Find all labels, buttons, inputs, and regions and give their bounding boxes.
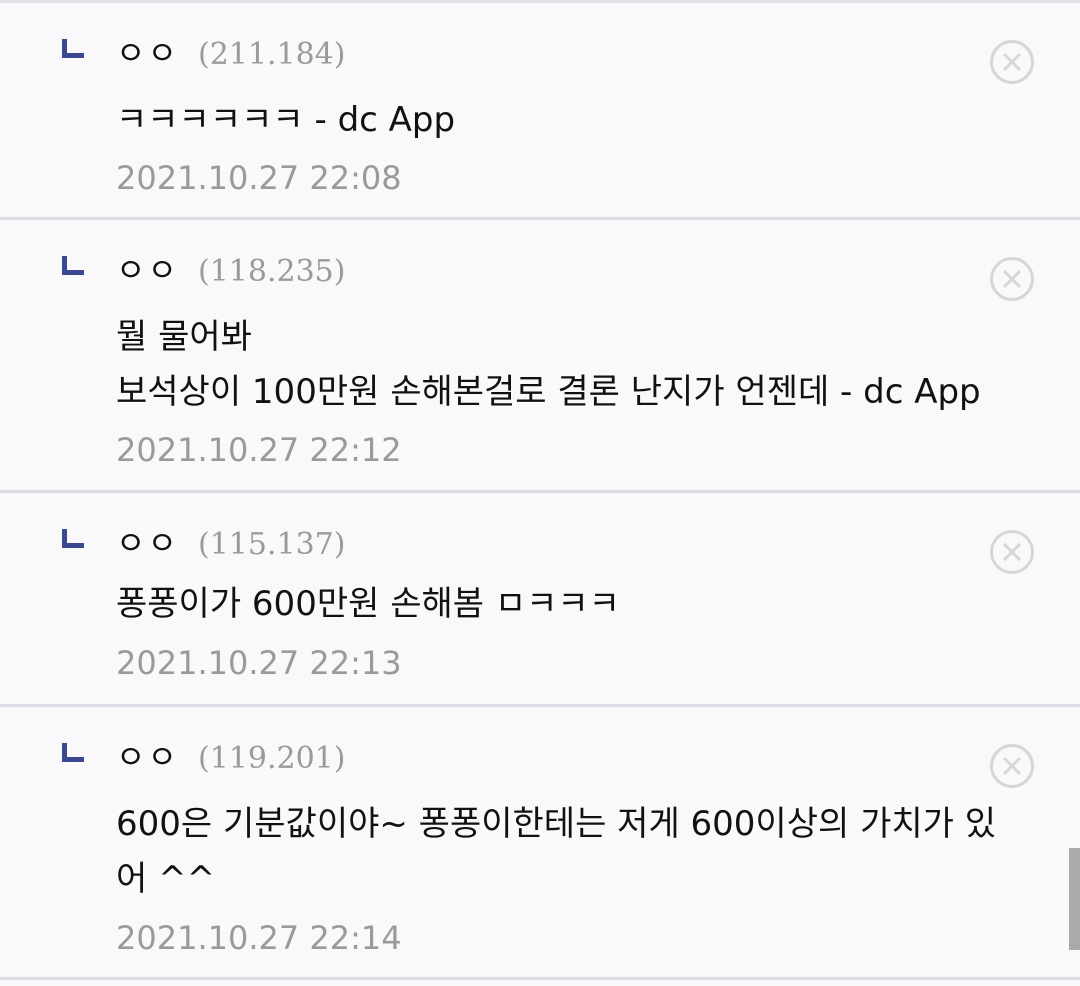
comment-date: 2021.10.27 22:13 (116, 644, 402, 682)
comment-text: 뭘 물어봐 보석상이 100만원 손해본걸로 결론 난지가 언젠데 - dc A… (116, 317, 981, 412)
comment-nickname[interactable]: ㅇㅇ (116, 523, 179, 563)
delete-button[interactable] (990, 40, 1034, 84)
delete-button[interactable] (990, 744, 1034, 788)
comment-item: ㅇㅇ (119.201) 600은 기분값이야~ 퐁퐁이한테는 저게 600이상… (0, 707, 1080, 980)
reply-arrow-icon (62, 256, 84, 275)
comment-nickname[interactable]: ㅇㅇ (116, 250, 179, 290)
comment-item: ㅇㅇ (211.184) ㅋㅋㅋㅋㅋㅋ - dc App 2021.10.27 … (0, 3, 1080, 220)
comment-item: ㅇㅇ (118.235) 뭘 물어봐 보석상이 100만원 손해본걸로 결론 난… (0, 220, 1080, 493)
comment-date: 2021.10.27 22:12 (116, 431, 402, 469)
reply-arrow-icon (62, 743, 84, 762)
comment-list: ㅇㅇ (211.184) ㅋㅋㅋㅋㅋㅋ - dc App 2021.10.27 … (0, 0, 1080, 986)
close-circle-icon (1002, 269, 1022, 289)
comment-date: 2021.10.27 22:14 (116, 919, 402, 957)
comment-text: ㅋㅋㅋㅋㅋㅋ - dc App (116, 100, 456, 140)
close-circle-icon (1002, 542, 1022, 562)
comment-text: 600은 기분값이야~ 퐁퐁이한테는 저게 600이상의 가치가 있 어 ^^ (116, 804, 997, 899)
reply-arrow-icon (62, 39, 84, 58)
delete-button[interactable] (990, 257, 1034, 301)
comment-ip: (119.201) (198, 741, 346, 776)
comment-item: ㅇㅇ (115.137) 퐁퐁이가 600만원 손해봄 ㅁㅋㅋㅋ 2021.10… (0, 493, 1080, 707)
close-circle-icon (1002, 52, 1022, 72)
delete-button[interactable] (990, 530, 1034, 574)
comment-ip: (118.235) (198, 254, 346, 289)
comment-nickname[interactable]: ㅇㅇ (116, 737, 179, 777)
close-circle-icon (1002, 756, 1022, 776)
comment-ip: (115.137) (198, 527, 346, 562)
comment-ip: (211.184) (198, 37, 346, 72)
scrollbar-thumb[interactable] (1069, 848, 1080, 950)
comment-text: 퐁퐁이가 600만원 손해봄 ㅁㅋㅋㅋ (116, 584, 620, 624)
reply-arrow-icon (62, 529, 84, 548)
comment-nickname[interactable]: ㅇㅇ (116, 33, 179, 73)
comment-date: 2021.10.27 22:08 (116, 159, 402, 197)
